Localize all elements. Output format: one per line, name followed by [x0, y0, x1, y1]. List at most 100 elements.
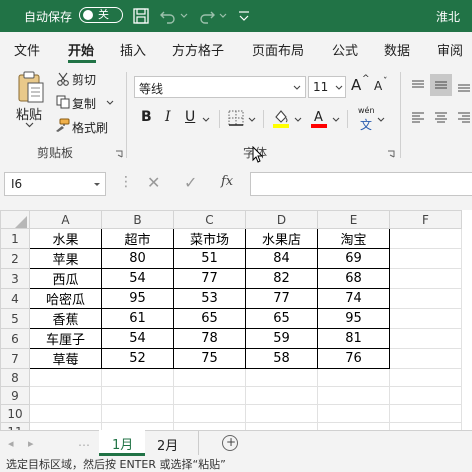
phonetic-guide-icon[interactable]: 文: [360, 116, 372, 133]
customize-toolbar-icon[interactable]: [238, 9, 250, 23]
cell[interactable]: 超市: [101, 228, 174, 249]
cell[interactable]: 58: [245, 348, 318, 369]
cell[interactable]: [29, 404, 102, 423]
copy-label[interactable]: 复制: [72, 95, 96, 112]
save-icon[interactable]: [131, 6, 151, 26]
cell[interactable]: 75: [173, 348, 246, 369]
row-header[interactable]: 6: [0, 328, 30, 349]
cell[interactable]: [389, 248, 462, 269]
cell[interactable]: 76: [317, 348, 390, 369]
paste-icon[interactable]: [16, 70, 46, 104]
cell[interactable]: [29, 386, 102, 405]
cell[interactable]: 苹果: [29, 248, 102, 269]
column-header[interactable]: C: [173, 210, 246, 229]
align-left-icon[interactable]: [410, 110, 426, 126]
row-header[interactable]: 8: [0, 368, 30, 387]
format-painter-label[interactable]: 格式刷: [72, 119, 108, 136]
italic-icon[interactable]: I: [165, 109, 171, 125]
cell[interactable]: 哈密瓜: [29, 288, 102, 309]
row-header[interactable]: 10: [0, 404, 30, 423]
column-header[interactable]: B: [101, 210, 174, 229]
cell[interactable]: 52: [101, 348, 174, 369]
paste-dropdown-icon[interactable]: [25, 122, 34, 128]
cell[interactable]: [173, 404, 246, 423]
copy-icon[interactable]: [56, 95, 70, 109]
cell[interactable]: 西瓜: [29, 268, 102, 289]
sheet-tab[interactable]: 2月: [157, 435, 178, 454]
cell[interactable]: 69: [317, 248, 390, 269]
cell[interactable]: [317, 368, 390, 387]
cell[interactable]: 淘宝: [317, 228, 390, 249]
cell[interactable]: 65: [245, 308, 318, 329]
cell[interactable]: [245, 386, 318, 405]
clipboard-launcher-icon[interactable]: [115, 150, 123, 158]
name-box-dropdown-icon[interactable]: [93, 182, 101, 188]
row-header[interactable]: 4: [0, 288, 30, 309]
cell[interactable]: [317, 386, 390, 405]
tab-fangfang[interactable]: 方方格子: [172, 40, 224, 59]
column-header[interactable]: D: [245, 210, 318, 229]
cell[interactable]: [389, 404, 462, 423]
row-header[interactable]: 9: [0, 386, 30, 405]
cell[interactable]: [245, 368, 318, 387]
column-header[interactable]: E: [317, 210, 390, 229]
cut-label[interactable]: 剪切: [72, 71, 96, 88]
cell[interactable]: 65: [173, 308, 246, 329]
worksheet-grid[interactable]: A B C D E F 1 水果 超市 菜市场 水果店 淘宝 2 苹果 80 51 84 69 3 西瓜 5…: [0, 210, 472, 441]
cell[interactable]: [101, 404, 174, 423]
tab-insert[interactable]: 插入: [120, 40, 146, 59]
cell[interactable]: 74: [317, 288, 390, 309]
cell[interactable]: 81: [317, 328, 390, 349]
formula-input[interactable]: [250, 172, 472, 196]
tab-home[interactable]: 开始: [68, 40, 94, 59]
row-header[interactable]: 5: [0, 308, 30, 329]
align-middle-button[interactable]: [430, 74, 452, 96]
row-header[interactable]: 7: [0, 348, 30, 369]
phonetic-guide-pinyin[interactable]: wén: [358, 106, 375, 115]
cell[interactable]: 51: [173, 248, 246, 269]
user-name[interactable]: 淮北: [436, 8, 460, 25]
cell[interactable]: [389, 268, 462, 289]
align-bottom-icon[interactable]: [456, 78, 472, 94]
cell[interactable]: 95: [101, 288, 174, 309]
cell[interactable]: 车厘子: [29, 328, 102, 349]
cell[interactable]: 草莓: [29, 348, 102, 369]
fill-color-dropdown-icon[interactable]: [294, 117, 302, 123]
tab-file[interactable]: 文件: [14, 40, 40, 59]
font-size-dropdown-icon[interactable]: [335, 85, 343, 91]
insert-function-icon[interactable]: fx: [221, 174, 233, 189]
cell[interactable]: 77: [173, 268, 246, 289]
add-sheet-button[interactable]: +: [222, 435, 238, 451]
redo-icon[interactable]: [197, 6, 217, 26]
cell[interactable]: [389, 328, 462, 349]
cell[interactable]: 54: [101, 328, 174, 349]
cut-icon[interactable]: [56, 72, 70, 86]
sheet-tab-more-icon[interactable]: …: [78, 435, 90, 449]
borders-dropdown-icon[interactable]: [248, 117, 256, 123]
cell[interactable]: 68: [317, 268, 390, 289]
tab-page-layout[interactable]: 页面布局: [252, 40, 304, 59]
tab-formulas[interactable]: 公式: [332, 40, 358, 59]
font-launcher-icon[interactable]: [387, 150, 395, 158]
font-color-dropdown-icon[interactable]: [332, 117, 340, 123]
cell[interactable]: 水果: [29, 228, 102, 249]
sheet-tab-active[interactable]: 1月: [99, 430, 145, 456]
cell[interactable]: [389, 308, 462, 329]
fill-color-icon[interactable]: [272, 108, 290, 128]
cancel-icon[interactable]: ✕: [147, 173, 160, 192]
autosave-toggle[interactable]: 关: [79, 7, 123, 23]
cell[interactable]: [389, 368, 462, 387]
undo-icon[interactable]: [158, 6, 178, 26]
bold-icon[interactable]: B: [141, 109, 152, 125]
cell[interactable]: [101, 368, 174, 387]
cell[interactable]: [245, 404, 318, 423]
tab-review[interactable]: 审阅: [437, 40, 463, 59]
cell[interactable]: 77: [245, 288, 318, 309]
row-header[interactable]: 2: [0, 248, 30, 269]
cell[interactable]: 菜市场: [173, 228, 246, 249]
row-header[interactable]: 3: [0, 268, 30, 289]
cell[interactable]: 59: [245, 328, 318, 349]
phonetic-dropdown-icon[interactable]: [377, 117, 385, 123]
cell[interactable]: 水果店: [245, 228, 318, 249]
cell[interactable]: [389, 348, 462, 369]
